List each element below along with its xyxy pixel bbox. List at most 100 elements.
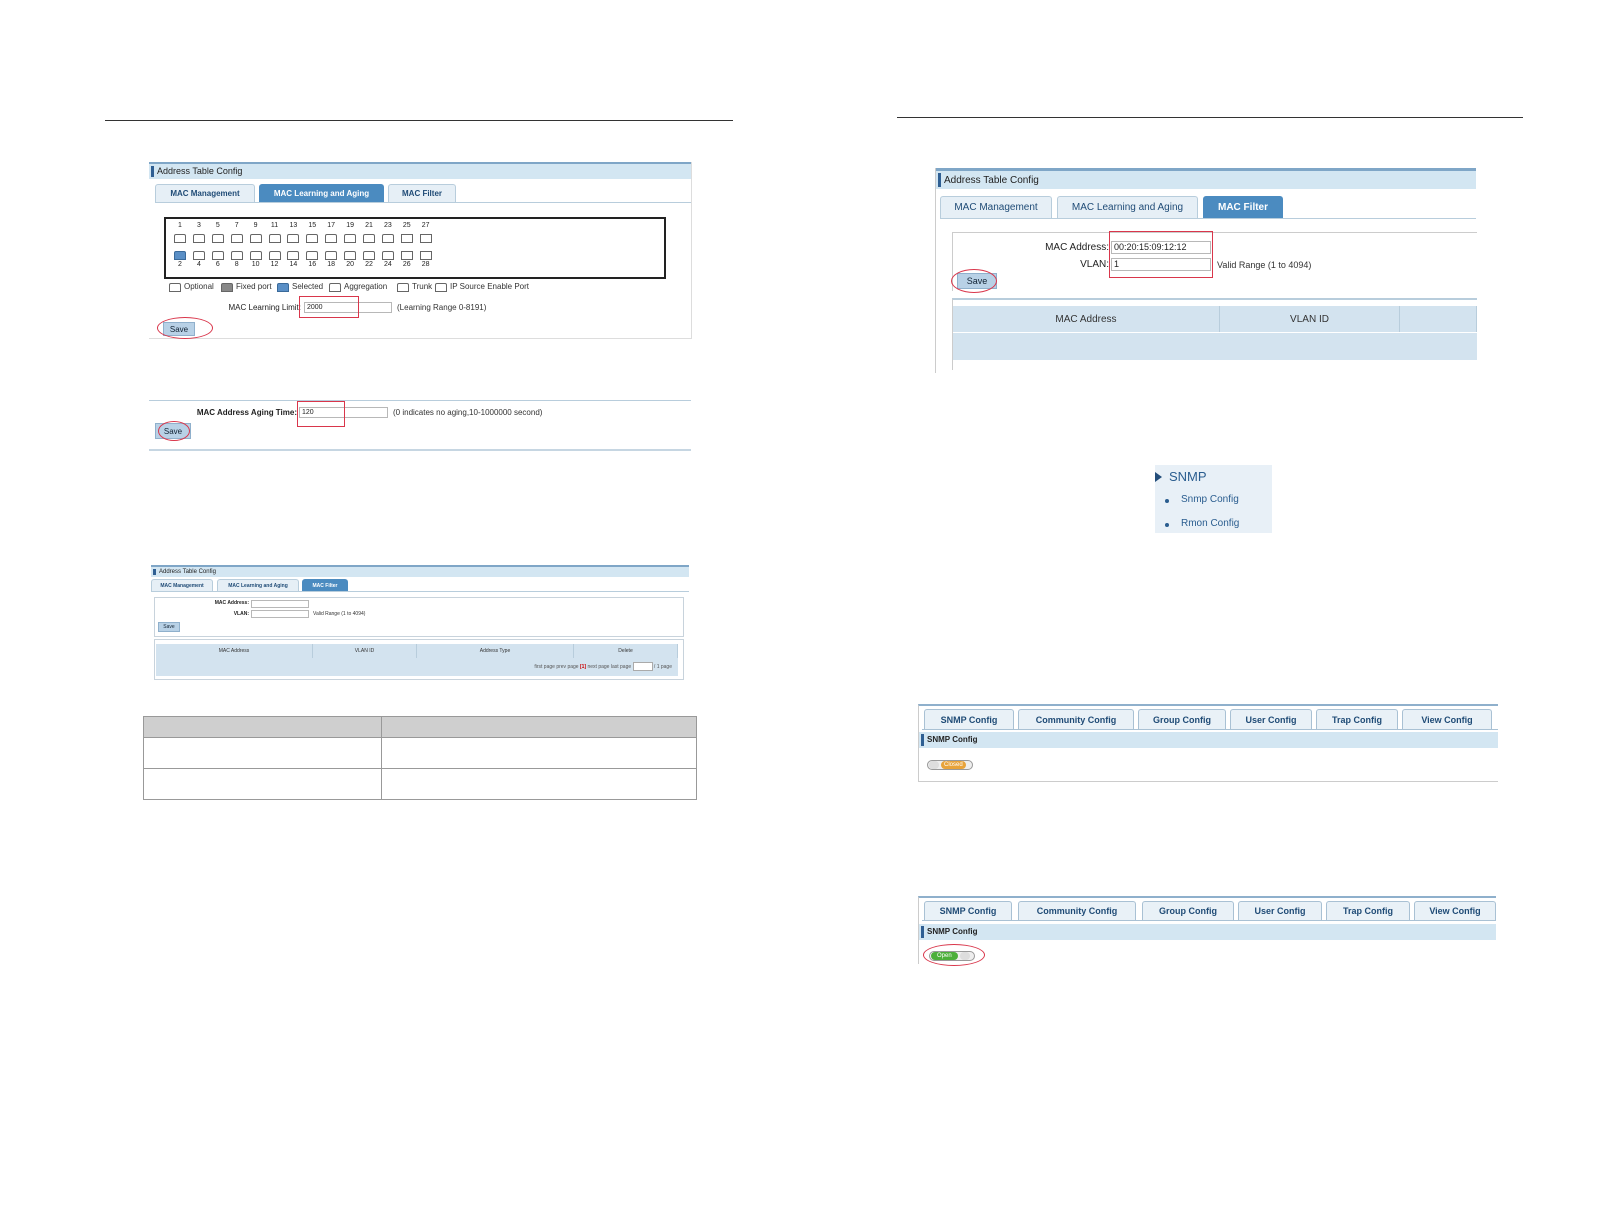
port-2[interactable] xyxy=(174,251,186,260)
tab-trap-config[interactable]: Trap Config xyxy=(1316,709,1398,729)
snmp-toggle-closed[interactable]: Closed xyxy=(927,760,973,770)
tab-user-config[interactable]: User Config xyxy=(1238,901,1322,920)
snmp-tab-bar: SNMP Config Community Config Group Confi… xyxy=(922,709,1498,730)
column-delete: Delete xyxy=(574,644,678,658)
mac-address-label: MAC Address: xyxy=(1045,242,1109,253)
tab-mac-filter[interactable]: MAC Filter xyxy=(302,579,348,591)
port-1[interactable] xyxy=(174,234,186,243)
port-legend: Optional Fixed port Selected Aggregation… xyxy=(169,282,669,294)
port-6[interactable] xyxy=(211,251,224,260)
port-number: 11 xyxy=(270,222,279,229)
tab-community-config[interactable]: Community Config xyxy=(1018,709,1134,729)
table-row-divider-2 xyxy=(144,768,696,769)
port-number: 18 xyxy=(327,261,336,268)
port-24[interactable] xyxy=(381,251,394,260)
input-highlight xyxy=(1109,231,1213,278)
port-19[interactable] xyxy=(344,234,357,243)
tab-community-config[interactable]: Community Config xyxy=(1018,901,1136,920)
port-number: 28 xyxy=(421,261,430,268)
mac-learning-panel: Address Table Config MAC Management MAC … xyxy=(149,162,692,339)
pager: first page prev page [1] next page last … xyxy=(534,662,672,671)
tab-view-config[interactable]: View Config xyxy=(1414,901,1496,920)
panel-title: Address Table Config xyxy=(936,168,1476,189)
port-11[interactable] xyxy=(268,234,281,243)
port-18[interactable] xyxy=(325,251,338,260)
snmp-tab-bar: SNMP Config Community Config Group Confi… xyxy=(922,901,1496,921)
column-mac-address: MAC Address xyxy=(953,306,1220,332)
vlan-input[interactable] xyxy=(251,610,309,618)
selected-port-icon xyxy=(277,283,289,292)
tab-mac-management[interactable]: MAC Management xyxy=(151,579,213,591)
snmp-menu-header[interactable]: SNMP xyxy=(1155,469,1272,487)
tab-snmp-config[interactable]: SNMP Config xyxy=(924,709,1014,729)
port-14[interactable] xyxy=(287,251,300,260)
save-button[interactable]: Save xyxy=(158,622,180,632)
port-13[interactable] xyxy=(287,234,300,243)
port-10[interactable] xyxy=(249,251,262,260)
tab-view-config[interactable]: View Config xyxy=(1402,709,1492,729)
port-21[interactable] xyxy=(363,234,375,243)
tab-snmp-config[interactable]: SNMP Config xyxy=(924,901,1012,920)
next-page-link[interactable]: next page xyxy=(587,664,609,670)
filter-table: MAC Address VLAN ID xyxy=(952,298,1477,370)
tab-group-config[interactable]: Group Config xyxy=(1138,709,1226,729)
tab-mac-learning-aging[interactable]: MAC Learning and Aging xyxy=(1057,196,1198,218)
port-3[interactable] xyxy=(192,234,205,243)
tab-mac-filter[interactable]: MAC Filter xyxy=(388,184,456,202)
port-9[interactable] xyxy=(249,234,262,243)
port-5[interactable] xyxy=(211,234,224,243)
tab-user-config[interactable]: User Config xyxy=(1230,709,1312,729)
port-23[interactable] xyxy=(381,234,394,243)
port-8[interactable] xyxy=(230,251,243,260)
port-number: 20 xyxy=(346,261,354,268)
snmp-config-panel-open: SNMP Config Community Config Group Confi… xyxy=(918,896,1496,966)
port-17[interactable] xyxy=(325,234,338,243)
tab-trap-config[interactable]: Trap Config xyxy=(1326,901,1410,920)
toggle-highlight xyxy=(923,944,985,966)
tab-mac-management[interactable]: MAC Management xyxy=(155,184,255,202)
port-number: 3 xyxy=(196,222,201,229)
current-page: [1] xyxy=(579,663,587,670)
port-4[interactable] xyxy=(192,251,205,260)
page-jump-input[interactable] xyxy=(632,662,653,671)
tab-mac-filter[interactable]: MAC Filter xyxy=(1203,196,1283,218)
port-number: 2 xyxy=(178,261,182,268)
first-page-link[interactable]: first page xyxy=(534,664,555,670)
mac-address-input[interactable] xyxy=(251,600,309,608)
tab-group-config[interactable]: Group Config xyxy=(1142,901,1234,920)
tab-mac-management[interactable]: MAC Management xyxy=(940,196,1052,218)
port-27[interactable] xyxy=(419,234,432,243)
port-number: 23 xyxy=(383,222,392,229)
port-number: 26 xyxy=(402,261,411,268)
last-page-link[interactable]: last page xyxy=(611,664,631,670)
aging-time-label: MAC Address Aging Time: xyxy=(196,408,297,417)
aging-time-hint: (0 indicates no aging,10-1000000 second) xyxy=(393,408,543,417)
port-22[interactable] xyxy=(363,251,375,260)
prev-page-link[interactable]: prev page xyxy=(556,664,578,670)
port-7[interactable] xyxy=(230,234,243,243)
port-number: 9 xyxy=(253,222,258,229)
port-number: 7 xyxy=(234,222,239,229)
legend-ip-source: IP Source Enable Port xyxy=(450,282,530,291)
port-25[interactable] xyxy=(400,234,413,243)
port-12[interactable] xyxy=(268,251,281,260)
tab-mac-learning-aging[interactable]: MAC Learning and Aging xyxy=(259,184,384,202)
port-16[interactable] xyxy=(306,251,319,260)
tab-mac-learning-aging[interactable]: MAC Learning and Aging xyxy=(217,579,299,591)
menu-item-snmp-config[interactable]: Snmp Config xyxy=(1165,493,1270,509)
port-number: 25 xyxy=(402,222,411,229)
header-rule-right xyxy=(897,117,1523,118)
port-number: 16 xyxy=(308,261,317,268)
port-20[interactable] xyxy=(344,251,357,260)
port-28[interactable] xyxy=(419,251,432,260)
page-count: / 1 page xyxy=(653,663,672,670)
expand-arrow-icon xyxy=(1155,472,1162,482)
legend-optional: Optional xyxy=(184,282,214,291)
port-number: 21 xyxy=(365,222,373,229)
table-row-divider-1 xyxy=(144,737,696,738)
port-number: 1 xyxy=(178,222,182,229)
port-15[interactable] xyxy=(306,234,319,243)
column-address-type: Address Type xyxy=(417,644,574,658)
menu-item-rmon-config[interactable]: Rmon Config xyxy=(1165,517,1270,533)
port-26[interactable] xyxy=(400,251,413,260)
